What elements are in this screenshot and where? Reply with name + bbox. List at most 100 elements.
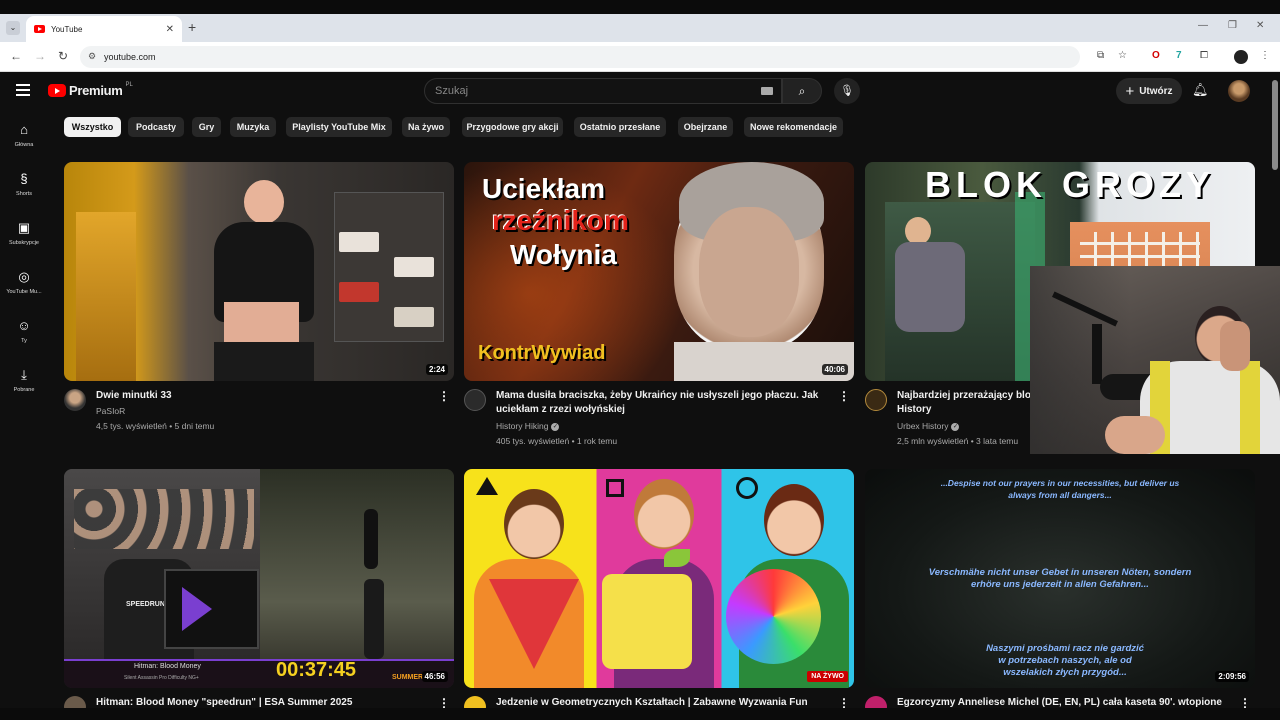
sidebar-item-you[interactable]: ☺ Ty: [0, 318, 48, 344]
search-input[interactable]: Szukaj: [424, 78, 782, 104]
thumbnail-subtitle-en: ...Despise not our prayers in our necess…: [940, 478, 1180, 500]
sidebar-item-youtube-music[interactable]: ◎ YouTube Mu...: [0, 269, 48, 295]
video-card[interactable]: NA ŻYWO Jedzenie w Geometrycznych Kształ…: [464, 469, 854, 718]
tab-search-dropdown[interactable]: ⌄: [6, 21, 20, 35]
video-thumbnail[interactable]: ...Despise not our prayers in our necess…: [865, 469, 1255, 688]
video-meta: 2,5 mln wyświetleń • 3 lata temu: [897, 436, 1019, 446]
youtube-header: Premium PL Szukaj ⌕ 🎙 + Utwórz 🔔︎: [0, 72, 1280, 112]
chip-youtube-mix[interactable]: Playlisty YouTube Mix: [286, 117, 392, 137]
thumbnail-timer: 00:37:45: [276, 659, 357, 681]
sidebar-item-downloads[interactable]: ⤓ Pobrane: [0, 367, 48, 393]
hamburger-menu-icon[interactable]: [16, 84, 30, 99]
logo-text: Premium: [69, 83, 123, 98]
video-duration: 2:09:56: [1215, 671, 1249, 682]
minimize-icon[interactable]: —: [1198, 20, 1208, 31]
new-tab-button[interactable]: +: [188, 19, 196, 35]
tab-close-icon[interactable]: ✕: [166, 24, 174, 35]
youtube-logo[interactable]: Premium PL: [48, 81, 133, 98]
webcam-overlay: [1030, 266, 1280, 454]
site-settings-icon[interactable]: ⚙: [88, 51, 96, 62]
avatar[interactable]: [1228, 80, 1250, 102]
search-placeholder: Szukaj: [435, 85, 469, 97]
channel-name[interactable]: History Hiking ✓: [496, 421, 560, 431]
install-app-icon[interactable]: ⧉: [1097, 50, 1104, 61]
thumbnail-text: Hitman: Blood Money: [134, 663, 201, 670]
video-card[interactable]: SPEEDRUN Hitman: Blood Money Silent Assa…: [64, 469, 454, 718]
thumbnail-text: SPEEDRUN: [126, 601, 165, 608]
screen-bottom-bar: [0, 708, 1280, 720]
browser-menu-icon[interactable]: ⋮: [1260, 50, 1270, 61]
thumbnail-text: Silent Assassin Pro Difficulty NG+: [124, 675, 199, 681]
video-title[interactable]: Mama dusiła braciszka, żeby Ukraińcy nie…: [496, 389, 836, 417]
youtube-favicon-icon: [34, 25, 45, 33]
channel-name[interactable]: PaSIoR: [96, 406, 125, 416]
chip-recently-uploaded[interactable]: Ostatnio przesłane: [574, 117, 666, 137]
more-options-icon[interactable]: ⋮: [838, 389, 850, 403]
create-button[interactable]: + Utwórz: [1116, 78, 1182, 104]
page-scrollbar[interactable]: [1272, 80, 1278, 170]
channel-name-text: Urbex History: [897, 421, 949, 431]
reload-icon[interactable]: ↻: [58, 49, 68, 63]
channel-avatar[interactable]: [464, 389, 486, 411]
channel-name[interactable]: Urbex History ✓: [897, 421, 960, 431]
chip-live[interactable]: Na żywo: [402, 117, 450, 137]
video-title[interactable]: Dwie minutki 33: [96, 389, 436, 403]
circle-icon: [736, 477, 758, 499]
forward-icon[interactable]: →: [34, 49, 46, 63]
verified-icon: ✓: [951, 422, 960, 431]
sidebar-item-home[interactable]: ⌂ Główna: [0, 122, 48, 148]
voice-search-button[interactable]: 🎙: [834, 78, 860, 104]
chip-watched[interactable]: Obejrzane: [678, 117, 733, 137]
address-bar: ← → ↻ ⚙ youtube.com ⧉ ☆ O 7 ⧠ ⋮: [0, 42, 1280, 72]
chip-podcasts[interactable]: Podcasty: [128, 117, 184, 137]
video-card[interactable]: ...Despise not our prayers in our necess…: [865, 469, 1255, 718]
search-button[interactable]: ⌕: [782, 78, 822, 104]
chip-action-adventure[interactable]: Przygodowe gry akcji: [462, 117, 563, 137]
screen-top-bar: [0, 0, 1280, 14]
thumbnail-text: Wołynia: [510, 239, 617, 270]
extension-icon[interactable]: 7: [1176, 50, 1182, 61]
url-text: youtube.com: [104, 52, 156, 62]
extensions-puzzle-icon[interactable]: ⧠: [1200, 50, 1208, 61]
video-thumbnail[interactable]: Uciekłam rzeźnikom Wołynia KontrWywiad 4…: [464, 162, 854, 381]
verified-icon: ✓: [551, 422, 560, 431]
sidebar-item-subscriptions[interactable]: ▣ Subskrypcje: [0, 220, 48, 246]
video-thumbnail[interactable]: SPEEDRUN Hitman: Blood Money Silent Assa…: [64, 469, 454, 688]
channel-avatar[interactable]: [865, 389, 887, 411]
sidebar-item-shorts[interactable]: § Shorts: [0, 171, 48, 197]
chip-all[interactable]: Wszystko: [64, 117, 121, 137]
logo-region: PL: [125, 81, 133, 88]
keyboard-icon[interactable]: [761, 87, 773, 95]
sidebar-item-label: YouTube Mu...: [6, 289, 42, 295]
thumbnail-subtitle-pl: Naszymi prośbami racz nie gardzić w potr…: [986, 643, 1144, 678]
url-field[interactable]: ⚙ youtube.com: [80, 46, 1080, 68]
browser-profile-icon[interactable]: [1234, 50, 1248, 64]
downloads-icon: ⤓: [21, 367, 27, 382]
video-duration: 46:56: [421, 671, 448, 682]
video-thumbnail[interactable]: NA ŻYWO: [464, 469, 854, 688]
thumbnail-brand: KontrWywiad: [478, 342, 606, 364]
video-thumbnail[interactable]: 2:24: [64, 162, 454, 381]
sidebar-item-label: Główna: [14, 142, 34, 148]
video-card[interactable]: 2:24 Dwie minutki 33 PaSIoR 4,5 tys. wyś…: [64, 162, 454, 442]
more-options-icon[interactable]: ⋮: [438, 389, 450, 403]
chip-music[interactable]: Muzyka: [230, 117, 276, 137]
video-title-line: Mama dusiła braciszka, żeby Ukraińcy nie…: [496, 390, 819, 401]
sidebar-item-label: Shorts: [16, 191, 32, 197]
thumbnail-event: SUMMER: [392, 674, 424, 681]
chip-new-recommendations[interactable]: Nowe rekomendacje: [744, 117, 843, 137]
back-icon[interactable]: ←: [10, 49, 22, 63]
bookmark-star-icon[interactable]: ☆: [1118, 50, 1127, 61]
video-meta: 4,5 tys. wyświetleń • 5 dni temu: [96, 421, 215, 431]
browser-tab-youtube[interactable]: YouTube ✕: [26, 16, 182, 42]
opera-extension-icon[interactable]: O: [1152, 50, 1160, 61]
notifications-bell-icon[interactable]: 🔔︎: [1192, 82, 1209, 98]
shorts-icon: §: [20, 171, 28, 186]
close-window-icon[interactable]: ✕: [1256, 20, 1264, 31]
live-badge: NA ŻYWO: [807, 671, 848, 682]
maximize-icon[interactable]: ❐: [1228, 20, 1237, 31]
channel-avatar[interactable]: [64, 389, 86, 411]
thumbnail-text: rzeźnikom: [492, 205, 629, 236]
video-card[interactable]: Uciekłam rzeźnikom Wołynia KontrWywiad 4…: [464, 162, 854, 452]
chip-games[interactable]: Gry: [192, 117, 221, 137]
